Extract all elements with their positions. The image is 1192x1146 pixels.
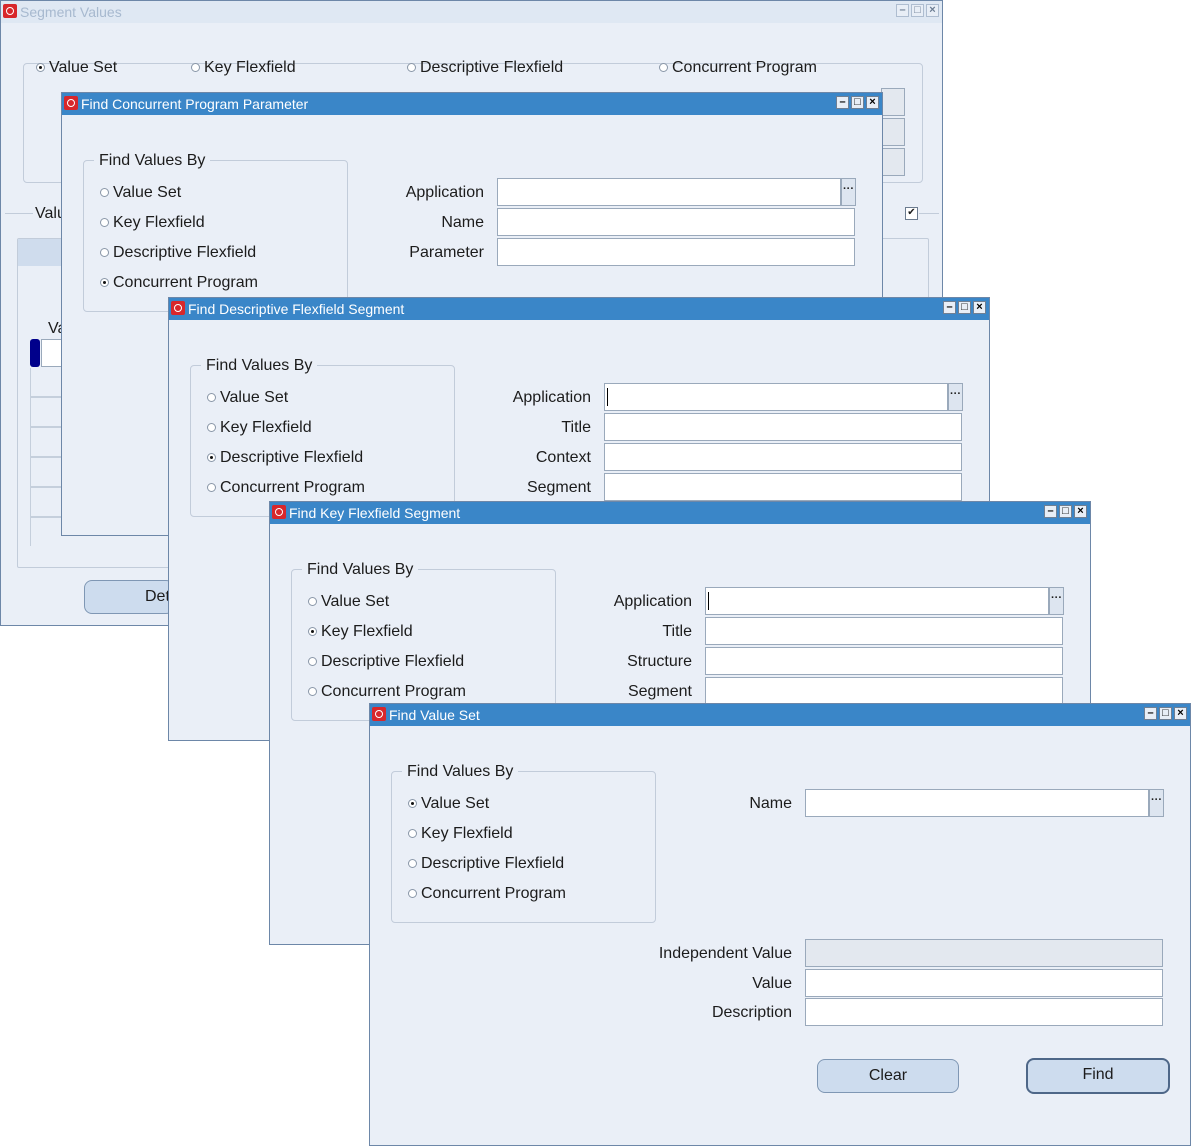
title-bar[interactable]: Find Key Flexfield Segment – □ × [270, 502, 1090, 524]
parameter-field[interactable] [497, 238, 855, 266]
independent-value-label: Independent Value [658, 945, 792, 962]
current-record-indicator[interactable] [30, 339, 40, 367]
minimize-icon[interactable]: – [836, 96, 849, 109]
maximize-icon[interactable]: □ [851, 96, 864, 109]
minimize-icon[interactable]: – [896, 4, 909, 17]
ellipsis-icon[interactable]: ··· [1149, 789, 1164, 817]
dialog-title: Find Descriptive Flexfield Segment [188, 301, 405, 317]
dialog-title: Find Concurrent Program Parameter [81, 96, 309, 112]
ellipsis-icon[interactable]: ··· [948, 383, 963, 411]
maximize-icon[interactable]: □ [911, 4, 924, 17]
application-field[interactable] [604, 383, 948, 411]
dialog-title: Find Key Flexfield Segment [289, 505, 461, 521]
title-label: Title [561, 419, 591, 436]
context-field[interactable] [604, 443, 962, 471]
oracle-logo-icon [372, 707, 386, 721]
detail-button[interactable]: Det [84, 580, 174, 614]
title-field[interactable] [705, 617, 1063, 645]
header-field[interactable] [881, 118, 905, 146]
header-field[interactable] [881, 88, 905, 116]
group-label: Find Values By [201, 357, 318, 375]
name-label: Name [749, 795, 792, 812]
clear-button[interactable]: Clear [817, 1059, 959, 1093]
title-bar[interactable]: Find Descriptive Flexfield Segment – □ × [169, 298, 989, 320]
oracle-logo-icon [64, 96, 78, 110]
value-label: Value [752, 975, 792, 992]
application-label: Application [613, 593, 692, 610]
oracle-logo-icon [3, 4, 17, 18]
structure-label: Structure [627, 653, 692, 670]
context-label: Context [535, 449, 591, 466]
oracle-logo-icon [272, 505, 286, 519]
parameter-label: Parameter [409, 244, 484, 261]
values-divider [919, 213, 939, 214]
oracle-logo-icon [171, 301, 185, 315]
ellipsis-icon[interactable]: ··· [841, 178, 856, 206]
header-field[interactable] [881, 148, 905, 176]
name-field[interactable] [497, 208, 855, 236]
segment-field[interactable] [705, 677, 1063, 705]
segment-label: Segment [627, 683, 692, 700]
application-label: Application [405, 184, 484, 201]
application-field[interactable] [497, 178, 841, 206]
maximize-icon[interactable]: □ [1059, 505, 1072, 518]
title-field[interactable] [604, 413, 962, 441]
maximize-icon[interactable]: □ [958, 301, 971, 314]
find-button[interactable]: Find [1026, 1058, 1170, 1094]
close-icon[interactable]: × [866, 96, 879, 109]
close-icon[interactable]: × [1074, 505, 1087, 518]
minimize-icon[interactable]: – [1044, 505, 1057, 518]
close-icon[interactable]: × [926, 4, 939, 17]
title-bar[interactable]: Find Concurrent Program Parameter – □ × [62, 93, 882, 115]
independent-value-field [805, 939, 1163, 967]
minimize-icon[interactable]: – [1144, 707, 1157, 720]
window-title: Segment Values [20, 4, 122, 20]
title-bar[interactable]: Find Value Set – □ × [370, 704, 1190, 726]
maximize-icon[interactable]: □ [1159, 707, 1172, 720]
title-label: Title [662, 623, 692, 640]
title-bar[interactable]: Segment Values – □ × [1, 1, 942, 23]
segment-field[interactable] [604, 473, 962, 501]
close-icon[interactable]: × [973, 301, 986, 314]
segment-label: Segment [526, 479, 591, 496]
description-label: Description [711, 1004, 792, 1021]
enabled-checkbox[interactable]: ✔ [905, 207, 918, 220]
name-field[interactable] [805, 789, 1149, 817]
application-label: Application [512, 389, 591, 406]
group-label: Find Values By [302, 561, 419, 579]
application-field[interactable] [705, 587, 1049, 615]
dialog-title: Find Value Set [389, 707, 480, 723]
value-field[interactable] [805, 969, 1163, 997]
name-label: Name [441, 214, 484, 231]
values-divider [5, 213, 33, 214]
minimize-icon[interactable]: – [943, 301, 956, 314]
group-label: Find Values By [94, 152, 211, 170]
structure-field[interactable] [705, 647, 1063, 675]
ellipsis-icon[interactable]: ··· [1049, 587, 1064, 615]
group-label: Find Values By [402, 763, 519, 781]
find-value-set-dialog: Find Value Set – □ × Find Values By Valu… [369, 703, 1191, 1146]
close-icon[interactable]: × [1174, 707, 1187, 720]
description-field[interactable] [805, 998, 1163, 1026]
